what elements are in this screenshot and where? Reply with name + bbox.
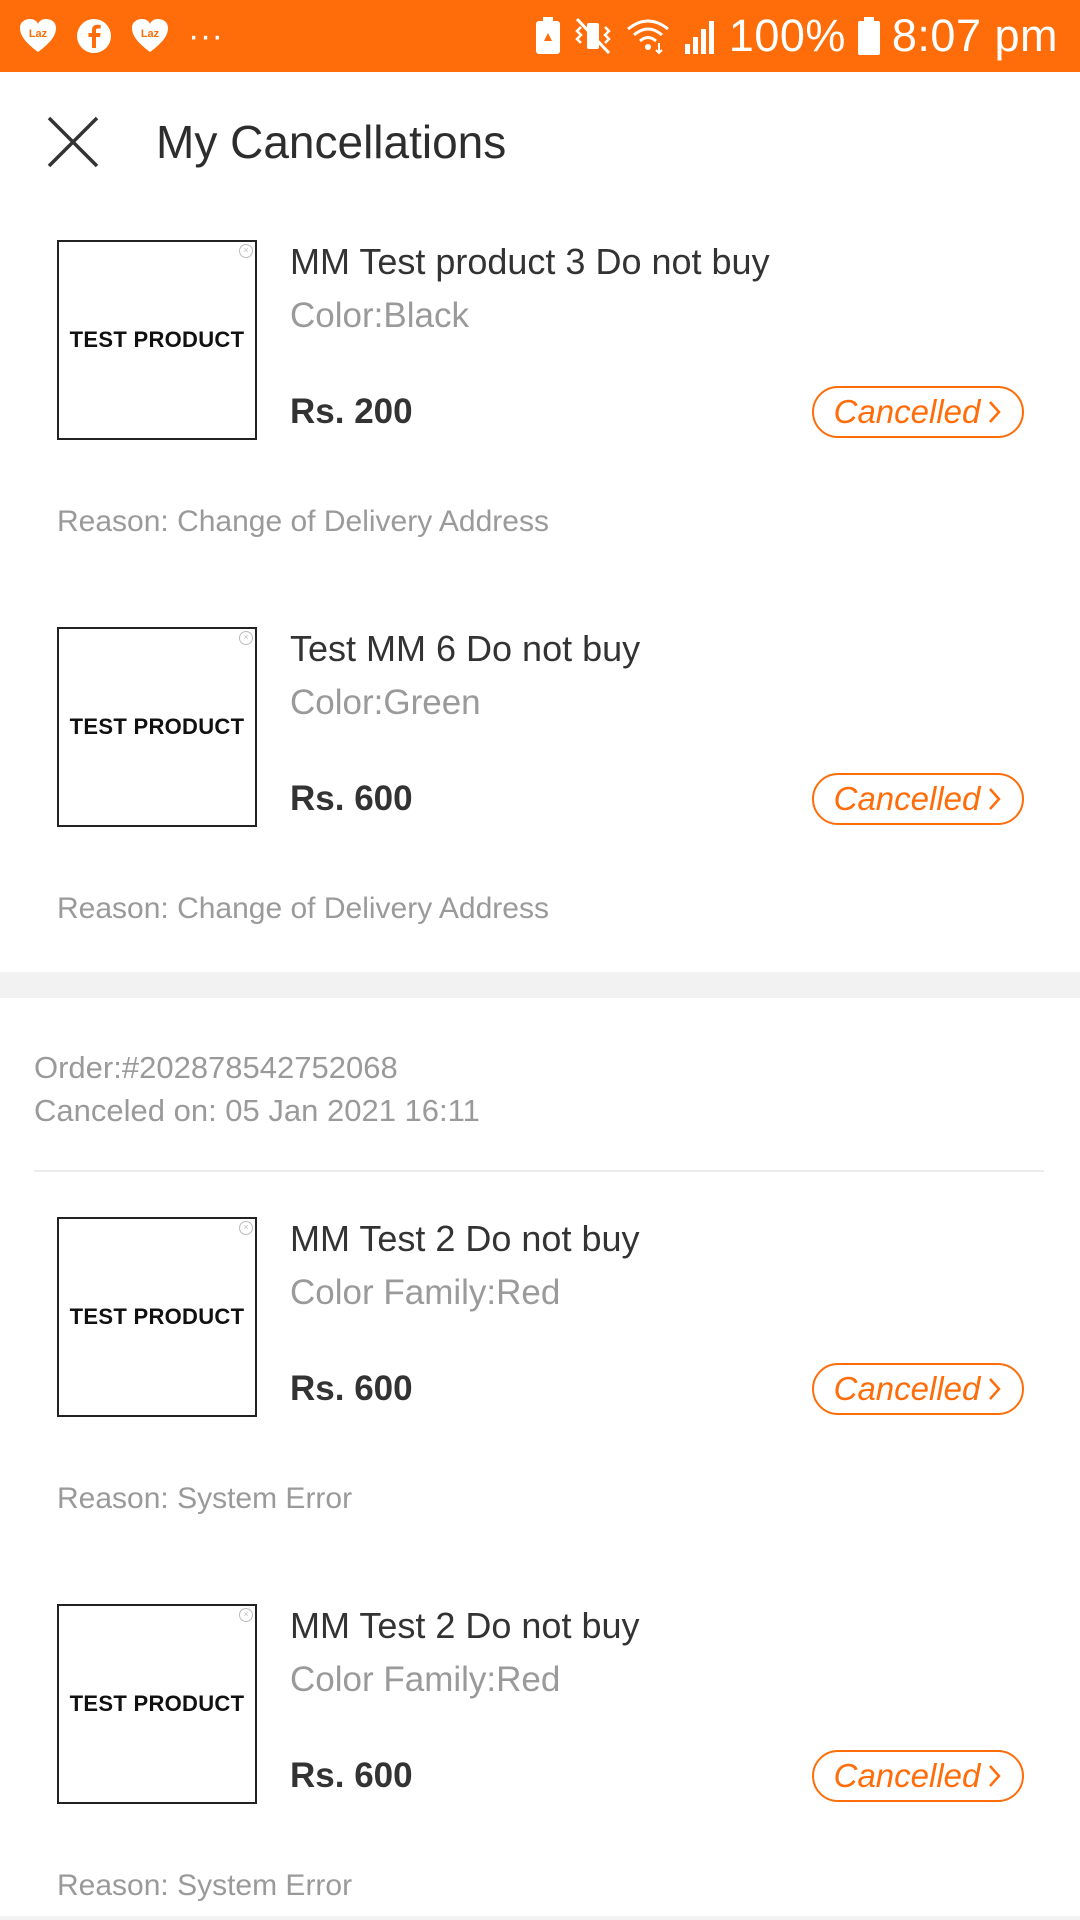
product-variant: Color Family:Red — [290, 1273, 561, 1312]
page-title: My Cancellations — [156, 116, 507, 168]
bottom-edge — [0, 1916, 1080, 1920]
cancellation-reason: Reason: System Error — [57, 1482, 353, 1515]
lazada-notification-icon: Laz — [130, 18, 170, 54]
cancelled-item[interactable]: TEST PRODUCT × MM Test product 3 Do not … — [0, 240, 1080, 540]
cancelled-item[interactable]: TEST PRODUCT × MM Test 2 Do not buy Colo… — [0, 1217, 1080, 1517]
status-label: Cancelled — [833, 780, 981, 817]
close-small-icon: × — [239, 244, 253, 258]
chevron-right-icon — [988, 400, 1002, 424]
close-icon — [47, 116, 99, 168]
vibrate-mute-icon — [573, 17, 613, 55]
product-variant: Color:Black — [290, 296, 469, 335]
product-name[interactable]: MM Test 2 Do not buy — [290, 1217, 640, 1261]
canceled-on-date: Canceled on: 05 Jan 2021 16:11 — [34, 1093, 480, 1128]
thumbnail-label: TEST PRODUCT — [69, 714, 245, 739]
product-name[interactable]: MM Test 2 Do not buy — [290, 1604, 640, 1648]
lazada-notification-icon: Laz — [18, 18, 58, 54]
status-label: Cancelled — [833, 1370, 981, 1407]
thumbnail-label: TEST PRODUCT — [69, 327, 245, 352]
battery-icon — [857, 17, 880, 55]
product-name[interactable]: Test MM 6 Do not buy — [290, 627, 640, 671]
product-price: Rs. 600 — [290, 779, 413, 818]
product-variant: Color:Green — [290, 683, 481, 722]
thumbnail-label: TEST PRODUCT — [69, 1691, 245, 1716]
status-bar-right: 100% 8:07 pm — [523, 10, 1058, 62]
cancelled-item[interactable]: TEST PRODUCT × MM Test 2 Do not buy Colo… — [0, 1604, 1080, 1904]
status-label: Cancelled — [833, 393, 981, 430]
battery-saver-icon — [535, 17, 561, 55]
clock: 8:07 pm — [891, 10, 1058, 61]
chevron-right-icon — [988, 1377, 1002, 1401]
cancelled-item[interactable]: TEST PRODUCT × Test MM 6 Do not buy Colo… — [0, 627, 1080, 927]
product-price: Rs. 200 — [290, 392, 413, 431]
cancelled-status-button[interactable]: Cancelled — [812, 773, 1024, 825]
product-thumbnail[interactable]: TEST PRODUCT × — [57, 1217, 257, 1417]
cancelled-status-button[interactable]: Cancelled — [812, 1363, 1024, 1415]
status-bar-left: Laz Laz ··· — [18, 17, 241, 56]
svg-text:Laz: Laz — [141, 28, 160, 40]
cancelled-status-button[interactable]: Cancelled — [812, 386, 1024, 438]
cancellation-reason: Reason: Change of Delivery Address — [57, 892, 549, 925]
more-notifications-icon: ··· — [188, 16, 224, 55]
product-price: Rs. 600 — [290, 1756, 413, 1795]
product-variant: Color Family:Red — [290, 1660, 561, 1699]
cancellation-reason: Reason: System Error — [57, 1869, 353, 1902]
close-small-icon: × — [239, 1608, 253, 1622]
close-button[interactable] — [38, 107, 108, 177]
close-small-icon: × — [239, 1221, 253, 1235]
thumbnail-label: TEST PRODUCT — [69, 1304, 245, 1329]
product-thumbnail[interactable]: TEST PRODUCT × — [57, 627, 257, 827]
close-small-icon: × — [239, 631, 253, 645]
product-thumbnail[interactable]: TEST PRODUCT × — [57, 1604, 257, 1804]
svg-text:Laz: Laz — [29, 28, 48, 40]
battery-percent: 100% — [728, 10, 846, 61]
cancellation-reason: Reason: Change of Delivery Address — [57, 505, 549, 538]
cancelled-status-button[interactable]: Cancelled — [812, 1750, 1024, 1802]
cell-signal-icon — [683, 18, 717, 54]
wifi-icon — [625, 17, 671, 55]
order-number: Order:#202878542752068 — [34, 1050, 398, 1085]
chevron-right-icon — [988, 787, 1002, 811]
product-price: Rs. 600 — [290, 1369, 413, 1408]
chevron-right-icon — [988, 1764, 1002, 1788]
app-header: My Cancellations — [0, 72, 1080, 212]
product-name[interactable]: MM Test product 3 Do not buy — [290, 240, 770, 284]
facebook-notification-icon — [76, 18, 112, 54]
status-label: Cancelled — [833, 1757, 981, 1794]
status-bar: Laz Laz ··· 100% 8:07 pm — [0, 0, 1080, 72]
product-thumbnail[interactable]: TEST PRODUCT × — [57, 240, 257, 440]
divider — [34, 1170, 1044, 1172]
section-separator — [0, 972, 1080, 998]
